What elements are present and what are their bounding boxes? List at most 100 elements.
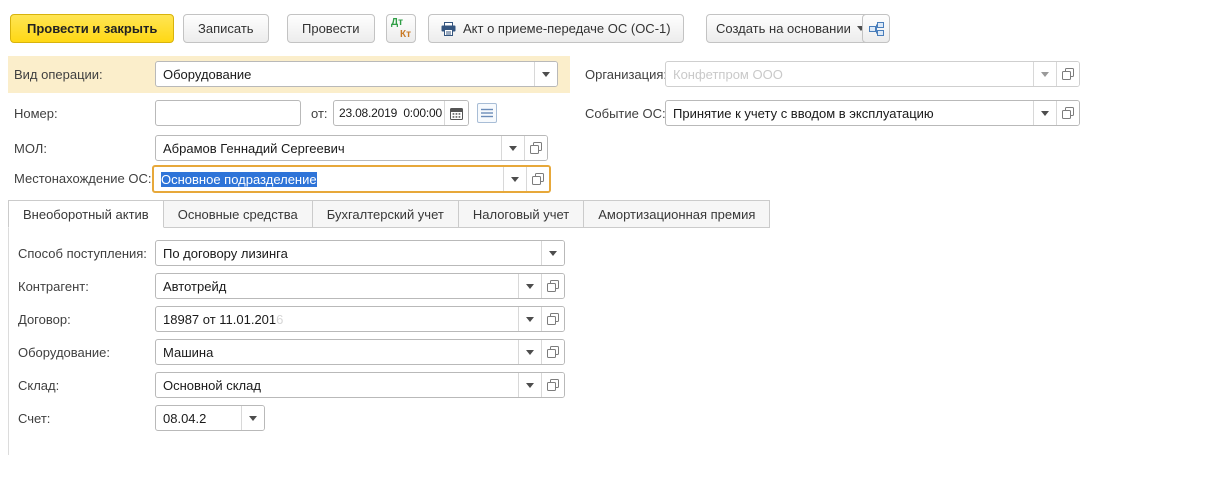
- acquisition-method-dropdown-button[interactable]: [541, 241, 564, 265]
- tab-bar: Внеоборотный актив Основные средства Бух…: [8, 200, 771, 228]
- counterparty-value: Автотрейд: [163, 278, 227, 294]
- contract-open-button[interactable]: [541, 307, 564, 331]
- mol-dropdown-button[interactable]: [501, 136, 524, 160]
- tab-buhgalterskiy-uchet[interactable]: Бухгалтерский учет: [311, 200, 459, 228]
- show-in-list-button[interactable]: [477, 103, 497, 123]
- number-input[interactable]: [155, 100, 301, 126]
- tab-osnovnye-sredstva[interactable]: Основные средства: [162, 200, 313, 228]
- account-value: 08.04.2: [163, 410, 207, 426]
- related-documents-icon: [868, 21, 885, 37]
- os-event-open-button[interactable]: [1056, 101, 1079, 125]
- chevron-down-icon: [1041, 110, 1049, 116]
- commit-and-close-label: Провести и закрыть: [27, 21, 158, 36]
- organization-dropdown-button[interactable]: [1033, 62, 1056, 86]
- acquisition-method-field[interactable]: По договору лизинга: [155, 240, 565, 266]
- post-button[interactable]: Провести: [287, 14, 375, 43]
- account-field[interactable]: 08.04.2: [155, 405, 265, 431]
- open-icon: [547, 313, 559, 325]
- post-label: Провести: [302, 21, 360, 36]
- tab-vneoborotny-aktiv[interactable]: Внеоборотный актив: [8, 200, 164, 228]
- dt-kt-icon: Дт: [391, 17, 404, 28]
- chevron-down-icon: [511, 176, 519, 182]
- save-button[interactable]: Записать: [183, 14, 269, 43]
- os-location-field[interactable]: Основное подразделение: [152, 165, 551, 193]
- organization-label: Организация:: [585, 67, 668, 82]
- mol-label: МОЛ:: [14, 141, 47, 156]
- open-icon: [532, 173, 544, 185]
- os-location-value: Основное подразделение: [154, 167, 503, 191]
- chevron-down-icon: [526, 349, 534, 355]
- organization-value: Конфетпром ООО: [673, 66, 783, 82]
- contract-field[interactable]: 18987 от 11.01.201 6: [155, 306, 565, 332]
- organization-field: Конфетпром ООО: [665, 61, 1080, 87]
- document-form: Провести и закрыть Записать Провести Дт …: [0, 0, 1212, 478]
- warehouse-field[interactable]: Основной склад: [155, 372, 565, 398]
- organization-open-button[interactable]: [1056, 62, 1079, 86]
- open-icon: [1062, 107, 1074, 119]
- date-calendar-button[interactable]: [444, 101, 468, 125]
- date-prefix-label: от:: [311, 106, 328, 121]
- date-value: 23.08.2019 0:00:00: [339, 106, 442, 120]
- contract-value: 18987 от 11.01.201 6: [163, 311, 284, 327]
- open-icon: [1062, 68, 1074, 80]
- mol-open-button[interactable]: [524, 136, 547, 160]
- operation-type-field[interactable]: Оборудование: [155, 61, 558, 87]
- counterparty-field[interactable]: Автотрейд: [155, 273, 565, 299]
- chevron-down-icon: [509, 145, 517, 151]
- dt-kt-icon: Кт: [399, 29, 411, 40]
- counterparty-label: Контрагент:: [18, 279, 89, 294]
- chevron-down-icon: [526, 283, 534, 289]
- open-icon: [530, 142, 542, 154]
- create-based-on-button[interactable]: Создать на основании: [706, 14, 875, 43]
- account-dropdown-button[interactable]: [241, 406, 264, 430]
- account-label: Счет:: [18, 411, 51, 426]
- print-act-label: Акт о приеме-передаче ОС (ОС-1): [463, 21, 671, 36]
- chevron-down-icon: [542, 71, 550, 77]
- os-event-label: Событие ОС:: [585, 106, 666, 121]
- print-act-os1-button[interactable]: Акт о приеме-передаче ОС (ОС-1): [428, 14, 684, 43]
- warehouse-open-button[interactable]: [541, 373, 564, 397]
- selected-text: Основное подразделение: [161, 171, 317, 187]
- os-event-dropdown-button[interactable]: [1033, 101, 1056, 125]
- contract-value-faded: 6: [276, 311, 284, 327]
- commit-and-close-button[interactable]: Провести и закрыть: [10, 14, 175, 43]
- counterparty-open-button[interactable]: [541, 274, 564, 298]
- dt-kt-postings-button[interactable]: Дт Кт: [386, 14, 416, 43]
- contract-dropdown-button[interactable]: [518, 307, 541, 331]
- contract-label: Договор:: [18, 312, 71, 327]
- open-icon: [547, 280, 559, 292]
- os-location-open-button[interactable]: [526, 167, 549, 191]
- os-location-dropdown-button[interactable]: [503, 167, 526, 191]
- chevron-down-icon: [526, 316, 534, 322]
- create-based-on-label: Создать на основании: [716, 21, 851, 36]
- os-event-field[interactable]: Принятие к учету с вводом в эксплуатацию: [665, 100, 1080, 126]
- warehouse-label: Склад:: [18, 378, 60, 393]
- equipment-dropdown-button[interactable]: [518, 340, 541, 364]
- operation-type-label: Вид операции:: [14, 67, 103, 82]
- acquisition-method-label: Способ поступления:: [18, 246, 147, 261]
- operation-type-value: Оборудование: [163, 66, 252, 82]
- operation-type-dropdown-button[interactable]: [534, 62, 557, 86]
- calendar-icon: [450, 107, 463, 120]
- equipment-open-button[interactable]: [541, 340, 564, 364]
- chevron-down-icon: [1041, 71, 1049, 77]
- tab-nalogovy-uchet[interactable]: Налоговый учет: [457, 200, 585, 228]
- equipment-field[interactable]: Машина: [155, 339, 565, 365]
- counterparty-dropdown-button[interactable]: [518, 274, 541, 298]
- mol-field[interactable]: Абрамов Геннадий Сергеевич: [155, 135, 548, 161]
- related-documents-button[interactable]: [862, 14, 890, 43]
- mol-value: Абрамов Геннадий Сергеевич: [163, 140, 345, 156]
- warehouse-dropdown-button[interactable]: [518, 373, 541, 397]
- tab-amortizatsionnaya-premiya[interactable]: Амортизационная премия: [583, 200, 771, 228]
- date-field[interactable]: 23.08.2019 0:00:00: [333, 100, 469, 126]
- save-label: Записать: [198, 21, 254, 36]
- list-icon: [481, 108, 493, 118]
- number-label: Номер:: [14, 106, 58, 121]
- chevron-down-icon: [249, 415, 257, 421]
- equipment-label: Оборудование:: [18, 345, 111, 360]
- chevron-down-icon: [549, 250, 557, 256]
- open-icon: [547, 379, 559, 391]
- chevron-down-icon: [526, 382, 534, 388]
- tab-panel-left-border: [8, 227, 9, 455]
- os-location-label: Местонахождение ОС:: [14, 171, 152, 186]
